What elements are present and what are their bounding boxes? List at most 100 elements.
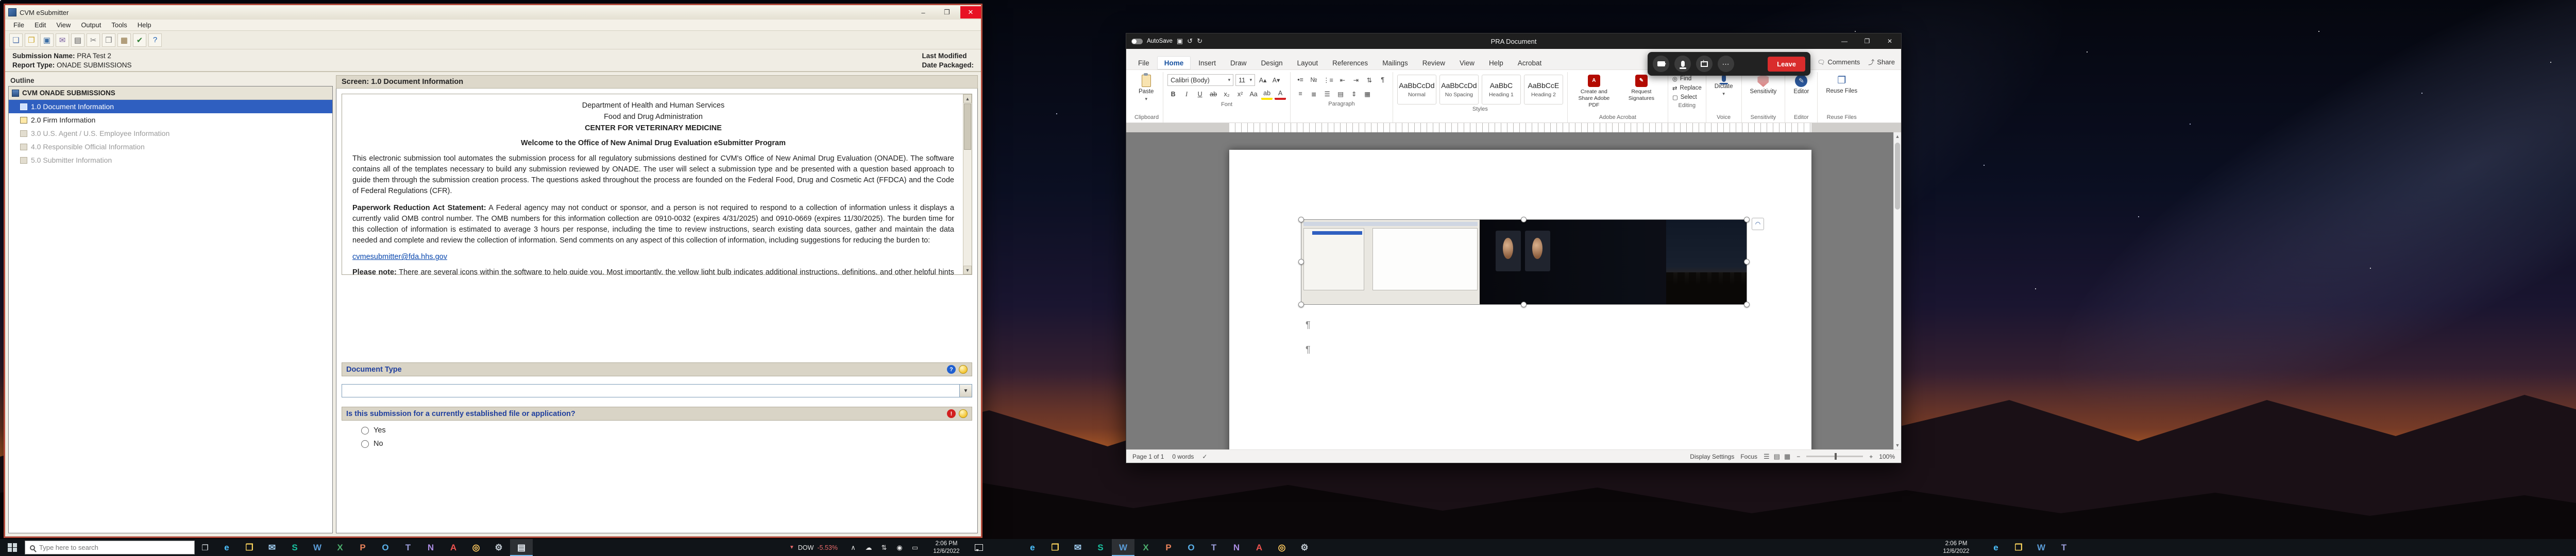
taskbar-app-icon[interactable]: P — [1157, 539, 1180, 556]
proofing-icon[interactable]: ✓ — [1202, 453, 1207, 460]
paragraph-button[interactable]: № — [1308, 74, 1319, 85]
sensitivity-button[interactable]: Sensitivity — [1746, 72, 1781, 97]
grow-font-button[interactable]: A▴ — [1257, 75, 1268, 86]
editor-button[interactable]: ✎ Editor — [1789, 72, 1813, 97]
toolbar-icon[interactable]: ✔ — [133, 33, 146, 47]
tray-icon[interactable]: ◉ — [892, 539, 907, 556]
taskbar-clock[interactable]: 2:06 PM 12/6/2022 — [1934, 540, 1978, 555]
dictate-button[interactable]: Dictate ▾ — [1710, 72, 1737, 99]
print-layout-icon[interactable]: ▤ — [1774, 453, 1780, 461]
font-format-button[interactable]: B — [1167, 89, 1179, 100]
font-format-button[interactable]: I — [1181, 89, 1192, 100]
taskbar-app-icon[interactable]: O — [374, 539, 397, 556]
zoom-in-button[interactable]: + — [1869, 453, 1873, 460]
ribbon-tab[interactable]: Mailings — [1376, 57, 1415, 70]
font-size-select[interactable]: 11▾ — [1235, 74, 1255, 86]
select-button[interactable]: ▢Select — [1672, 94, 1702, 101]
taskbar-app-icon[interactable]: ◎ — [465, 539, 487, 556]
zoom-slider[interactable] — [1806, 456, 1863, 457]
leave-call-button[interactable]: Leave — [1768, 57, 1805, 72]
paste-button[interactable]: Paste ▾ — [1134, 72, 1158, 105]
taskbar-app-icon[interactable]: e — [1985, 539, 2007, 556]
taskbar-app-icon[interactable]: ⚙ — [1293, 539, 1316, 556]
taskbar-app-icon[interactable]: ✉ — [261, 539, 283, 556]
style-card[interactable]: AaBbC Heading 1 — [1482, 75, 1521, 105]
taskbar-app-icon[interactable]: ❒ — [238, 539, 261, 556]
search-input[interactable] — [39, 544, 168, 551]
ribbon-tab[interactable]: References — [1326, 57, 1375, 70]
web-layout-icon[interactable]: ▦ — [1784, 453, 1790, 461]
lightbulb-icon[interactable] — [959, 409, 968, 418]
news-interests-widget[interactable]: ▼ DOW -5.53% — [783, 544, 844, 551]
tree-item[interactable]: 5.0 Submitter Information — [9, 153, 332, 167]
find-button[interactable]: ◎Find — [1672, 75, 1702, 82]
alert-icon[interactable]: ! — [947, 409, 956, 418]
zoom-thumb[interactable] — [1835, 453, 1837, 460]
scroll-down-arrow[interactable]: ▼ — [963, 266, 972, 274]
display-settings-button[interactable]: Display Settings — [1690, 453, 1734, 460]
taskbar-app-icon[interactable]: T — [2053, 539, 2075, 556]
taskbar-app-icon[interactable]: W — [1112, 539, 1134, 556]
taskbar-app-icon[interactable]: O — [1180, 539, 1202, 556]
close-button[interactable]: ✕ — [1878, 33, 1901, 49]
ribbon-tab[interactable]: Acrobat — [1511, 57, 1549, 70]
taskbar-app-icon[interactable]: T — [397, 539, 419, 556]
focus-button[interactable]: Focus — [1740, 453, 1757, 460]
esubmitter-titlebar[interactable]: CVM eSubmitter – ❐ ✕ — [5, 5, 981, 20]
start-button[interactable] — [0, 539, 25, 556]
comments-button[interactable]: 🗨Comments — [1817, 58, 1860, 66]
ribbon-tab[interactable]: Design — [1255, 57, 1290, 70]
image-handle[interactable] — [1744, 217, 1750, 222]
ribbon-tab[interactable]: View — [1453, 57, 1481, 70]
undo-icon[interactable]: ↺ — [1187, 37, 1193, 45]
tree-item[interactable]: 4.0 Responsible Official Information — [9, 140, 332, 153]
menu-item[interactable]: Tools — [106, 20, 132, 30]
restore-button[interactable]: ❐ — [1856, 33, 1878, 49]
taskbar-app-icon[interactable]: N — [1225, 539, 1248, 556]
taskbar-app-icon[interactable]: W — [2030, 539, 2053, 556]
replace-button[interactable]: ⇄Replace — [1672, 84, 1702, 92]
ruler[interactable] — [1126, 123, 1901, 132]
tree-item[interactable]: 1.0 Document Information — [9, 100, 332, 113]
font-format-button[interactable]: ab — [1261, 89, 1273, 100]
image-handle[interactable] — [1298, 302, 1304, 307]
ribbon-tab[interactable]: Draw — [1224, 57, 1253, 70]
maximize-button[interactable]: ❐ — [937, 6, 957, 19]
paragraph-button[interactable]: ⋮≡ — [1321, 74, 1335, 85]
taskbar-app-icon[interactable]: P — [351, 539, 374, 556]
radio-button[interactable] — [361, 427, 369, 435]
font-format-button[interactable]: x₂ — [1221, 89, 1232, 100]
screenshare-button[interactable] — [1696, 56, 1713, 72]
image-handle[interactable] — [1298, 217, 1304, 222]
document-type-dropdown[interactable]: ▼ — [342, 384, 972, 397]
style-card[interactable]: AaBbCcDd No Spacing — [1439, 75, 1479, 105]
minimize-button[interactable]: – — [913, 6, 934, 19]
ribbon-tab[interactable]: Help — [1482, 57, 1510, 70]
paragraph-button[interactable]: ▦ — [1362, 88, 1373, 99]
toolbar-icon[interactable]: ? — [148, 33, 162, 47]
help-icon[interactable]: ? — [947, 365, 956, 374]
taskbar-app-icon[interactable]: S — [283, 539, 306, 556]
autosave-toggle[interactable] — [1131, 39, 1143, 44]
ribbon-tab[interactable]: Layout — [1291, 57, 1325, 70]
shrink-font-button[interactable]: A▾ — [1270, 75, 1282, 86]
taskbar-search[interactable] — [25, 541, 195, 554]
redo-icon[interactable]: ↻ — [1197, 37, 1202, 45]
zoom-level[interactable]: 100% — [1879, 453, 1895, 460]
contact-email-link[interactable]: cvmesubmitter@fda.hhs.gov — [352, 253, 447, 261]
taskbar-app-icon[interactable]: A — [442, 539, 465, 556]
taskbar-app-icon[interactable]: ✉ — [1066, 539, 1089, 556]
radio-option[interactable]: Yes — [361, 426, 978, 435]
taskbar-app-icon[interactable]: ❒ — [1044, 539, 1066, 556]
menu-item[interactable]: View — [51, 20, 76, 30]
paragraph-button[interactable]: ≡ — [1295, 88, 1306, 99]
ribbon-tab[interactable]: File — [1131, 57, 1156, 70]
taskbar-app-icon[interactable]: T — [1202, 539, 1225, 556]
paragraph-button[interactable]: ☰ — [1321, 88, 1333, 99]
lightbulb-icon[interactable] — [959, 365, 968, 374]
create-pdf-button[interactable]: A Create and Share Adobe PDF — [1572, 72, 1616, 111]
font-format-button[interactable]: U — [1194, 89, 1206, 100]
style-card[interactable]: AaBbCcE Heading 2 — [1524, 75, 1563, 105]
ribbon-tab[interactable]: Home — [1157, 56, 1191, 70]
taskbar-app-icon[interactable]: X — [329, 539, 351, 556]
